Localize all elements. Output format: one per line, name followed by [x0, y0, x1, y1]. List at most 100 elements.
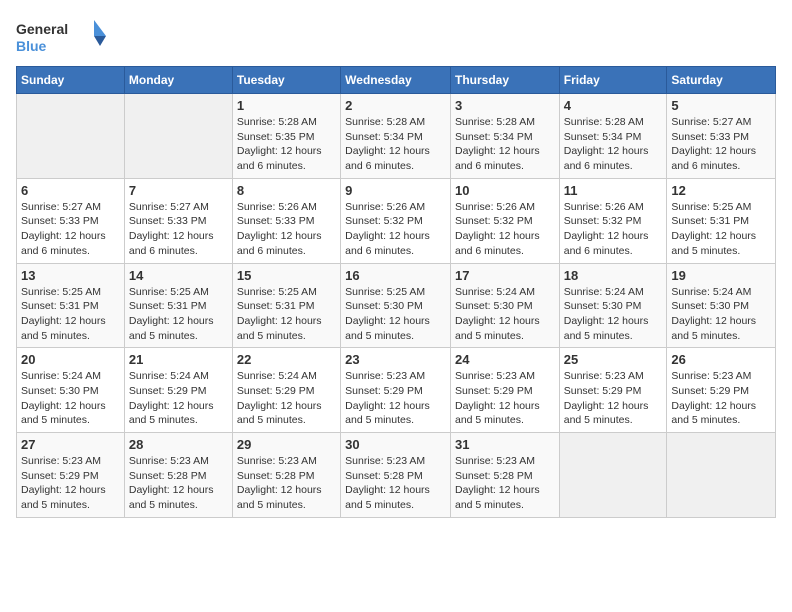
calendar-cell: 10Sunrise: 5:26 AM Sunset: 5:32 PM Dayli…	[450, 178, 559, 263]
day-number: 17	[455, 268, 555, 283]
calendar-cell: 6 Sunrise: 5:27 AM Sunset: 5:33 PM Daylig…	[17, 178, 125, 263]
day-info: Sunrise: 5:23 AM Sunset: 5:29 PM Dayligh…	[671, 369, 771, 428]
day-number: 24	[455, 352, 555, 367]
day-info: Sunrise: 5:28 AM Sunset: 5:34 PM Dayligh…	[564, 115, 663, 174]
day-number: 8	[237, 183, 336, 198]
calendar-cell: 25 Sunrise: 5:23 AM Sunset: 5:29 PM Dayli…	[559, 348, 667, 433]
day-info: Sunrise: 5:26 AM Sunset: 5:33 PM Dayligh…	[237, 200, 336, 259]
day-info: Sunrise: 5:23 AM Sunset: 5:29 PM Dayligh…	[564, 369, 663, 428]
day-of-week-header: Tuesday	[232, 67, 340, 94]
calendar-week-row: 27 Sunrise: 5:23 AM Sunset: 5:29 PM Dayli…	[17, 433, 776, 518]
calendar-cell: 15Sunrise: 5:25 AM Sunset: 5:31 PM Dayli…	[232, 263, 340, 348]
calendar-cell: 7 Sunrise: 5:27 AM Sunset: 5:33 PM Daylig…	[124, 178, 232, 263]
day-info: Sunrise: 5:24 AM Sunset: 5:30 PM Dayligh…	[671, 285, 771, 344]
day-info: Sunrise: 5:23 AM Sunset: 5:29 PM Dayligh…	[21, 454, 120, 513]
day-info: Sunrise: 5:24 AM Sunset: 5:29 PM Dayligh…	[129, 369, 228, 428]
calendar-cell: 3Sunrise: 5:28 AM Sunset: 5:34 PM Daylig…	[450, 94, 559, 179]
calendar-cell: 19 Sunrise: 5:24 AM Sunset: 5:30 PM Dayli…	[667, 263, 776, 348]
day-info: Sunrise: 5:28 AM Sunset: 5:35 PM Dayligh…	[237, 115, 336, 174]
day-of-week-header: Friday	[559, 67, 667, 94]
calendar-cell: 31 Sunrise: 5:23 AM Sunset: 5:28 PM Dayli…	[450, 433, 559, 518]
day-number: 2	[345, 98, 446, 113]
day-of-week-header: Monday	[124, 67, 232, 94]
day-info: Sunrise: 5:26 AM Sunset: 5:32 PM Dayligh…	[455, 200, 555, 259]
calendar-cell: 28 Sunrise: 5:23 AM Sunset: 5:28 PM Dayli…	[124, 433, 232, 518]
calendar-cell: 13Sunrise: 5:25 AM Sunset: 5:31 PM Dayli…	[17, 263, 125, 348]
calendar-week-row: 13Sunrise: 5:25 AM Sunset: 5:31 PM Dayli…	[17, 263, 776, 348]
day-of-week-header: Sunday	[17, 67, 125, 94]
day-info: Sunrise: 5:23 AM Sunset: 5:28 PM Dayligh…	[237, 454, 336, 513]
calendar-cell: 1 Sunrise: 5:28 AM Sunset: 5:35 PM Daylig…	[232, 94, 340, 179]
day-info: Sunrise: 5:23 AM Sunset: 5:28 PM Dayligh…	[455, 454, 555, 513]
calendar-cell: 4Sunrise: 5:28 AM Sunset: 5:34 PM Daylig…	[559, 94, 667, 179]
day-number: 25	[564, 352, 663, 367]
day-of-week-header: Saturday	[667, 67, 776, 94]
svg-text:General: General	[16, 21, 68, 37]
calendar-cell: 20Sunrise: 5:24 AM Sunset: 5:30 PM Dayli…	[17, 348, 125, 433]
svg-text:Blue: Blue	[16, 38, 47, 54]
day-number: 7	[129, 183, 228, 198]
calendar-cell: 18Sunrise: 5:24 AM Sunset: 5:30 PM Dayli…	[559, 263, 667, 348]
day-number: 5	[671, 98, 771, 113]
day-number: 11	[564, 183, 663, 198]
day-info: Sunrise: 5:23 AM Sunset: 5:29 PM Dayligh…	[455, 369, 555, 428]
calendar-cell: 9 Sunrise: 5:26 AM Sunset: 5:32 PM Daylig…	[341, 178, 451, 263]
day-of-week-header: Wednesday	[341, 67, 451, 94]
day-info: Sunrise: 5:26 AM Sunset: 5:32 PM Dayligh…	[345, 200, 446, 259]
calendar-cell	[559, 433, 667, 518]
day-info: Sunrise: 5:25 AM Sunset: 5:31 PM Dayligh…	[671, 200, 771, 259]
calendar-cell: 30Sunrise: 5:23 AM Sunset: 5:28 PM Dayli…	[341, 433, 451, 518]
calendar-cell	[124, 94, 232, 179]
day-number: 14	[129, 268, 228, 283]
day-number: 1	[237, 98, 336, 113]
day-info: Sunrise: 5:25 AM Sunset: 5:31 PM Dayligh…	[237, 285, 336, 344]
day-number: 21	[129, 352, 228, 367]
day-info: Sunrise: 5:24 AM Sunset: 5:30 PM Dayligh…	[564, 285, 663, 344]
day-info: Sunrise: 5:23 AM Sunset: 5:28 PM Dayligh…	[129, 454, 228, 513]
day-info: Sunrise: 5:24 AM Sunset: 5:29 PM Dayligh…	[237, 369, 336, 428]
calendar-cell: 23Sunrise: 5:23 AM Sunset: 5:29 PM Dayli…	[341, 348, 451, 433]
day-info: Sunrise: 5:23 AM Sunset: 5:29 PM Dayligh…	[345, 369, 446, 428]
calendar-cell: 26 Sunrise: 5:23 AM Sunset: 5:29 PM Dayli…	[667, 348, 776, 433]
day-number: 28	[129, 437, 228, 452]
day-info: Sunrise: 5:25 AM Sunset: 5:31 PM Dayligh…	[21, 285, 120, 344]
calendar-cell: 14Sunrise: 5:25 AM Sunset: 5:31 PM Dayli…	[124, 263, 232, 348]
day-number: 26	[671, 352, 771, 367]
calendar-cell: 2 Sunrise: 5:28 AM Sunset: 5:34 PM Daylig…	[341, 94, 451, 179]
day-of-week-header: Thursday	[450, 67, 559, 94]
calendar-week-row: 1 Sunrise: 5:28 AM Sunset: 5:35 PM Daylig…	[17, 94, 776, 179]
day-number: 6	[21, 183, 120, 198]
day-number: 22	[237, 352, 336, 367]
calendar-cell	[17, 94, 125, 179]
day-info: Sunrise: 5:27 AM Sunset: 5:33 PM Dayligh…	[129, 200, 228, 259]
day-info: Sunrise: 5:28 AM Sunset: 5:34 PM Dayligh…	[345, 115, 446, 174]
day-number: 19	[671, 268, 771, 283]
calendar-body: 1 Sunrise: 5:28 AM Sunset: 5:35 PM Daylig…	[17, 94, 776, 518]
day-number: 9	[345, 183, 446, 198]
day-number: 30	[345, 437, 446, 452]
calendar-cell	[667, 433, 776, 518]
calendar-cell: 17Sunrise: 5:24 AM Sunset: 5:30 PM Dayli…	[450, 263, 559, 348]
calendar-cell: 22 Sunrise: 5:24 AM Sunset: 5:29 PM Dayli…	[232, 348, 340, 433]
day-info: Sunrise: 5:27 AM Sunset: 5:33 PM Dayligh…	[21, 200, 120, 259]
day-number: 27	[21, 437, 120, 452]
calendar-cell: 24 Sunrise: 5:23 AM Sunset: 5:29 PM Dayli…	[450, 348, 559, 433]
logo-svg: General Blue	[16, 16, 106, 56]
calendar-cell: 29 Sunrise: 5:23 AM Sunset: 5:28 PM Dayli…	[232, 433, 340, 518]
day-number: 20	[21, 352, 120, 367]
calendar-cell: 8 Sunrise: 5:26 AM Sunset: 5:33 PM Daylig…	[232, 178, 340, 263]
calendar-week-row: 20Sunrise: 5:24 AM Sunset: 5:30 PM Dayli…	[17, 348, 776, 433]
day-number: 31	[455, 437, 555, 452]
calendar-table: SundayMondayTuesdayWednesdayThursdayFrid…	[16, 66, 776, 518]
calendar-cell: 27 Sunrise: 5:23 AM Sunset: 5:29 PM Dayli…	[17, 433, 125, 518]
day-info: Sunrise: 5:26 AM Sunset: 5:32 PM Dayligh…	[564, 200, 663, 259]
page-header: General Blue	[16, 16, 776, 56]
logo: General Blue	[16, 16, 106, 56]
calendar-cell: 12 Sunrise: 5:25 AM Sunset: 5:31 PM Dayli…	[667, 178, 776, 263]
day-number: 3	[455, 98, 555, 113]
day-number: 12	[671, 183, 771, 198]
day-number: 29	[237, 437, 336, 452]
calendar-cell: 21 Sunrise: 5:24 AM Sunset: 5:29 PM Dayli…	[124, 348, 232, 433]
calendar-header-row: SundayMondayTuesdayWednesdayThursdayFrid…	[17, 67, 776, 94]
day-info: Sunrise: 5:25 AM Sunset: 5:30 PM Dayligh…	[345, 285, 446, 344]
